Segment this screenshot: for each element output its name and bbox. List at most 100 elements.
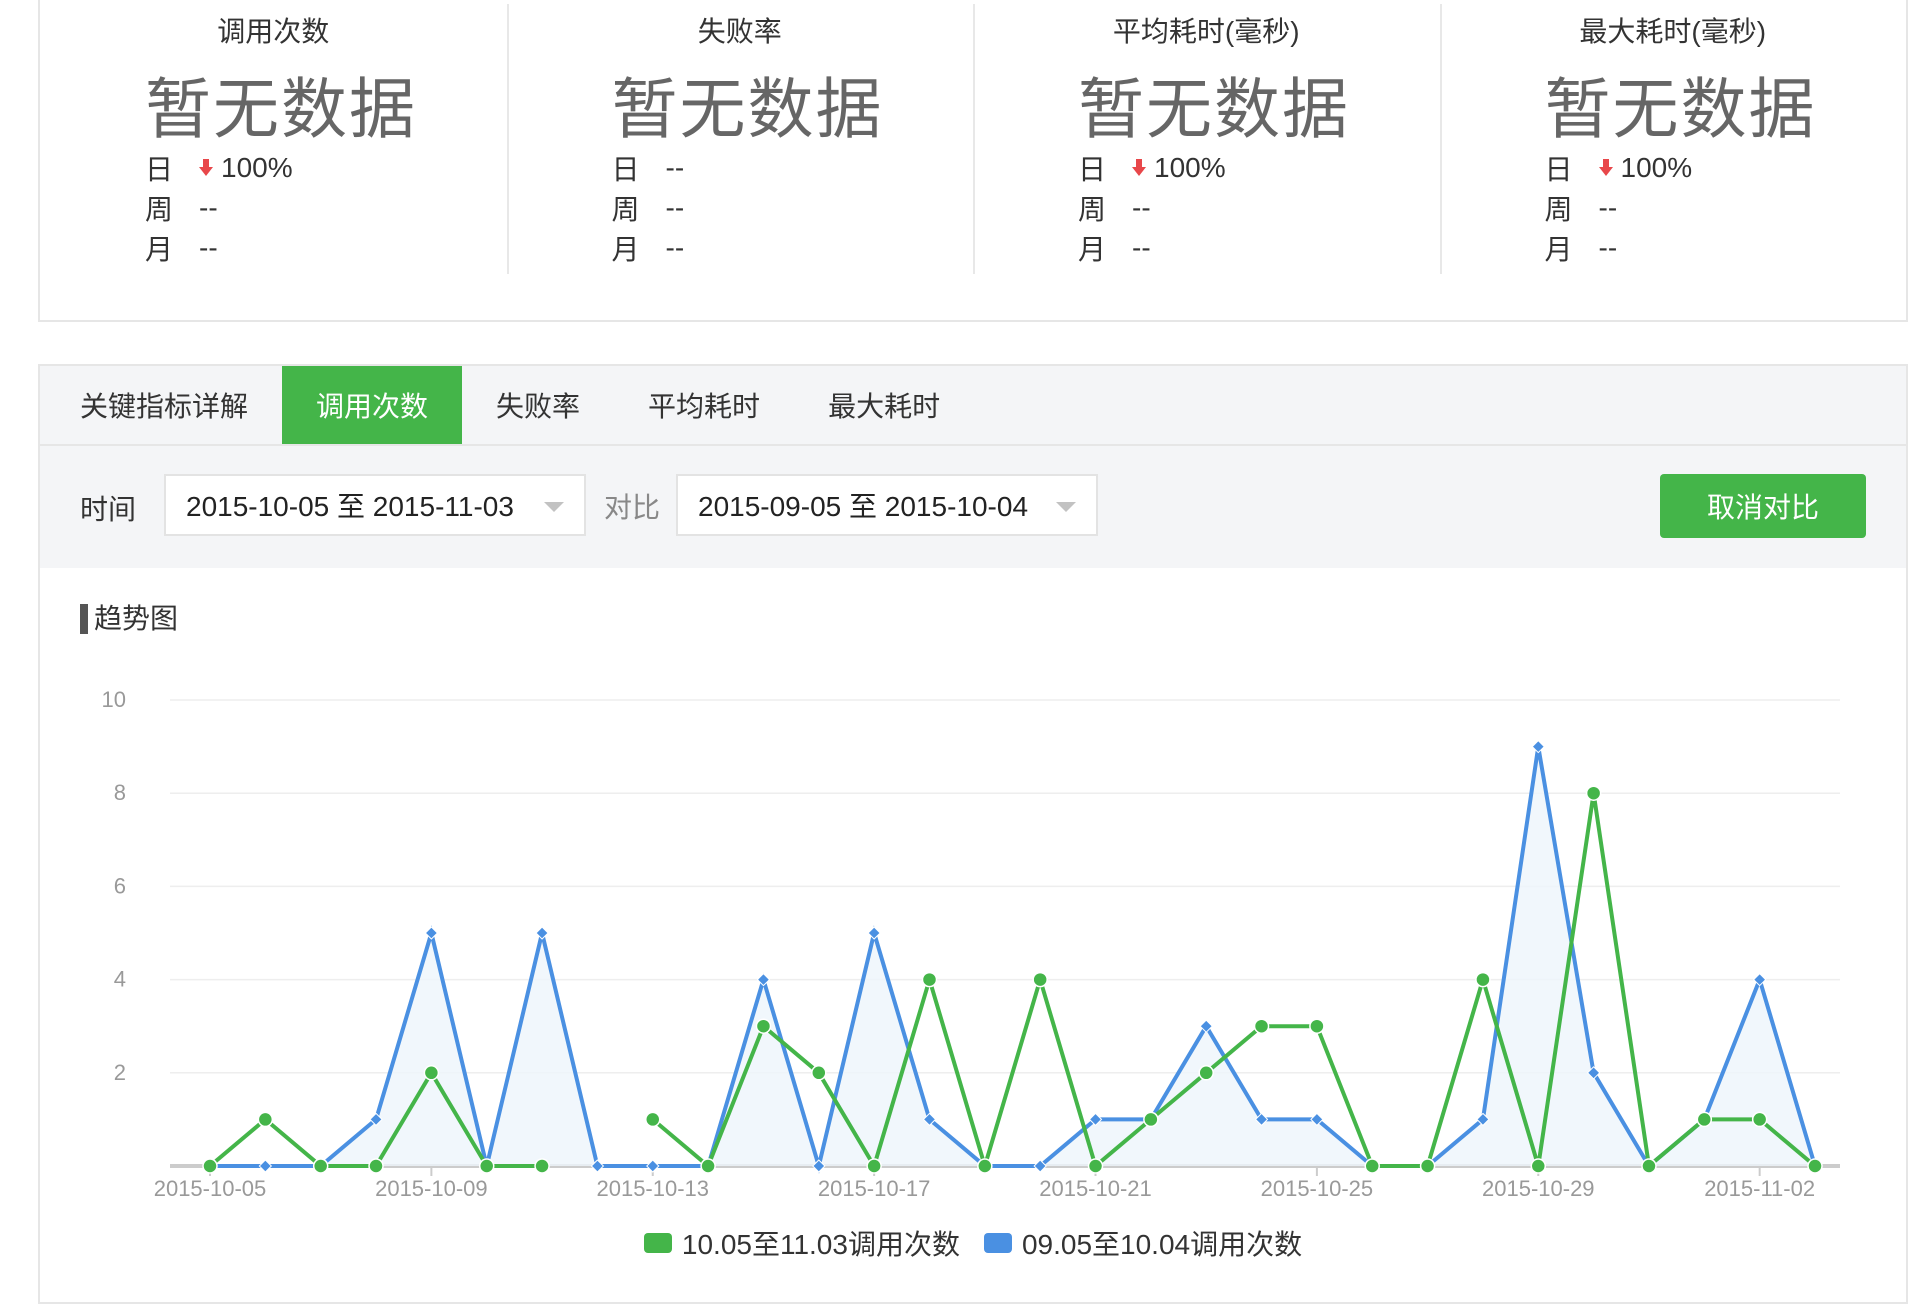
current-point bbox=[1253, 1018, 1270, 1034]
compare-point bbox=[646, 1159, 660, 1173]
legend-label: 09.05至10.04调用次数 bbox=[1021, 1229, 1303, 1260]
current-point bbox=[1198, 1065, 1214, 1081]
stat-row-day: 日 -- bbox=[612, 148, 685, 188]
x-tick-label: 2015-10-13 bbox=[596, 1176, 709, 1201]
y-tick-label: 10 bbox=[102, 687, 126, 712]
current-point bbox=[478, 1158, 495, 1174]
legend-label: 10.05至11.03调用次数 bbox=[681, 1229, 960, 1260]
legend-swatch bbox=[983, 1233, 1012, 1253]
current-point bbox=[368, 1158, 384, 1174]
stat-title: 失败率 bbox=[697, 16, 782, 47]
y-tick-label: 4 bbox=[114, 967, 126, 992]
current-point bbox=[1032, 971, 1048, 988]
current-point bbox=[1364, 1158, 1380, 1174]
stat-row-month: 月 -- bbox=[1545, 228, 1693, 268]
row-label: 周 bbox=[145, 194, 174, 225]
current-point bbox=[312, 1158, 329, 1174]
row-value: -- bbox=[665, 192, 685, 223]
row-value: 100% bbox=[1154, 152, 1226, 183]
row-label: 月 bbox=[1544, 234, 1573, 265]
stat-card-calls: 调用次数 暂无数据 日 100% 周 -- 月 -- bbox=[40, 0, 507, 320]
current-point bbox=[755, 1018, 772, 1034]
legend-item-compare[interactable]: 09.05至10.04调用次数 bbox=[983, 1223, 1303, 1263]
current-point bbox=[257, 1111, 274, 1128]
row-value: -- bbox=[199, 232, 218, 263]
x-tick-label: 2015-10-09 bbox=[375, 1176, 488, 1201]
row-value: -- bbox=[1132, 232, 1151, 263]
current-point bbox=[1087, 1158, 1104, 1174]
down-arrow-icon bbox=[1132, 159, 1146, 177]
main-panel: 关键指标详解 调用次数 失败率 平均耗时 最大耗时 时间 2015-10-05 … bbox=[38, 364, 1908, 1304]
stat-card-max-time: 最大耗时(毫秒) 暂无数据 日 100% 周 -- 月 -- bbox=[1439, 0, 1907, 320]
current-point bbox=[1143, 1111, 1159, 1128]
current-point bbox=[866, 1158, 882, 1174]
x-tick-label: 2015-10-05 bbox=[154, 1176, 267, 1201]
down-arrow-icon bbox=[1598, 159, 1613, 177]
stat-title: 平均耗时(毫秒) bbox=[1112, 16, 1300, 47]
stat-row-day: 日 100% bbox=[145, 148, 293, 188]
current-point bbox=[1696, 1111, 1713, 1128]
stat-value: 暂无数据 bbox=[1078, 72, 1350, 146]
row-label: 月 bbox=[145, 234, 174, 265]
current-point bbox=[1807, 1158, 1823, 1174]
stat-row-week: 周 -- bbox=[145, 188, 293, 228]
row-value: 100% bbox=[221, 152, 293, 183]
current-point bbox=[423, 1065, 440, 1081]
stat-rows: 日 100% 周 -- 月 -- bbox=[1078, 148, 1226, 268]
current-point bbox=[921, 971, 938, 988]
current-point bbox=[202, 1158, 218, 1174]
compare-point bbox=[1752, 972, 1767, 987]
current-point bbox=[645, 1111, 661, 1128]
current-point bbox=[1475, 971, 1491, 988]
legend-swatch bbox=[643, 1233, 672, 1253]
stat-value: 暂无数据 bbox=[611, 72, 884, 146]
row-value: -- bbox=[665, 232, 685, 263]
compare-point bbox=[1531, 739, 1545, 754]
stat-rows: 日 -- 周 -- 月 -- bbox=[612, 148, 685, 268]
chart-legend: 10.05至11.03调用次数 09.05至10.04调用次数 bbox=[40, 1223, 1906, 1263]
current-point bbox=[1309, 1018, 1325, 1034]
x-tick-label: 2015-10-21 bbox=[1039, 1176, 1152, 1201]
y-tick-label: 6 bbox=[114, 873, 126, 898]
row-value: -- bbox=[1132, 192, 1151, 223]
row-value: -- bbox=[1598, 232, 1618, 263]
trend-chart: 2 4 6 8 10 2015-10-05 2015-10-09 2015-10-13 2015… bbox=[102, 687, 1840, 1201]
y-tick-label: 2 bbox=[114, 1060, 126, 1085]
compare-point bbox=[756, 972, 771, 987]
row-value: -- bbox=[665, 152, 685, 183]
stat-row-week: 周 -- bbox=[1078, 188, 1226, 228]
current-point bbox=[1641, 1158, 1657, 1174]
stat-card-avg-time: 平均耗时(毫秒) 暂无数据 日 100% 周 -- 月 -- bbox=[973, 0, 1440, 320]
stat-card-failure-rate: 失败率 暂无数据 日 -- 周 -- 月 -- bbox=[506, 0, 974, 320]
stat-row-month: 月 -- bbox=[145, 228, 293, 268]
current-point bbox=[1751, 1111, 1768, 1128]
row-label: 周 bbox=[1544, 194, 1573, 225]
row-value: -- bbox=[1598, 192, 1618, 223]
stat-rows: 日 100% 周 -- 月 -- bbox=[145, 148, 293, 268]
y-tick-label: 8 bbox=[114, 780, 126, 805]
row-value: 100% bbox=[1620, 152, 1693, 183]
current-point bbox=[1585, 785, 1602, 801]
row-label: 日 bbox=[611, 154, 640, 185]
current-point bbox=[811, 1065, 827, 1081]
current-point bbox=[534, 1158, 550, 1174]
current-point bbox=[1419, 1158, 1436, 1174]
current-point bbox=[700, 1158, 716, 1174]
row-label: 日 bbox=[1544, 154, 1573, 185]
row-label: 周 bbox=[1078, 194, 1107, 225]
legend-item-current[interactable]: 10.05至11.03调用次数 bbox=[643, 1223, 960, 1263]
stat-row-month: 月 -- bbox=[612, 228, 685, 268]
down-arrow-icon bbox=[199, 159, 213, 177]
stat-row-week: 周 -- bbox=[1545, 188, 1693, 228]
row-label: 月 bbox=[611, 234, 640, 265]
x-tick-label: 2015-10-25 bbox=[1261, 1176, 1374, 1201]
row-label: 日 bbox=[1078, 154, 1107, 185]
stat-value: 暂无数据 bbox=[145, 72, 417, 146]
row-value: -- bbox=[199, 192, 218, 223]
current-point bbox=[1530, 1158, 1547, 1174]
compare-point bbox=[535, 926, 549, 940]
stats-panel: 调用次数 暂无数据 日 100% 周 -- 月 -- 失败率 暂无数据 日 -- 周 --… bbox=[38, 0, 1908, 322]
row-label: 日 bbox=[145, 154, 174, 185]
row-label: 月 bbox=[1078, 234, 1107, 265]
row-label: 周 bbox=[611, 194, 640, 225]
